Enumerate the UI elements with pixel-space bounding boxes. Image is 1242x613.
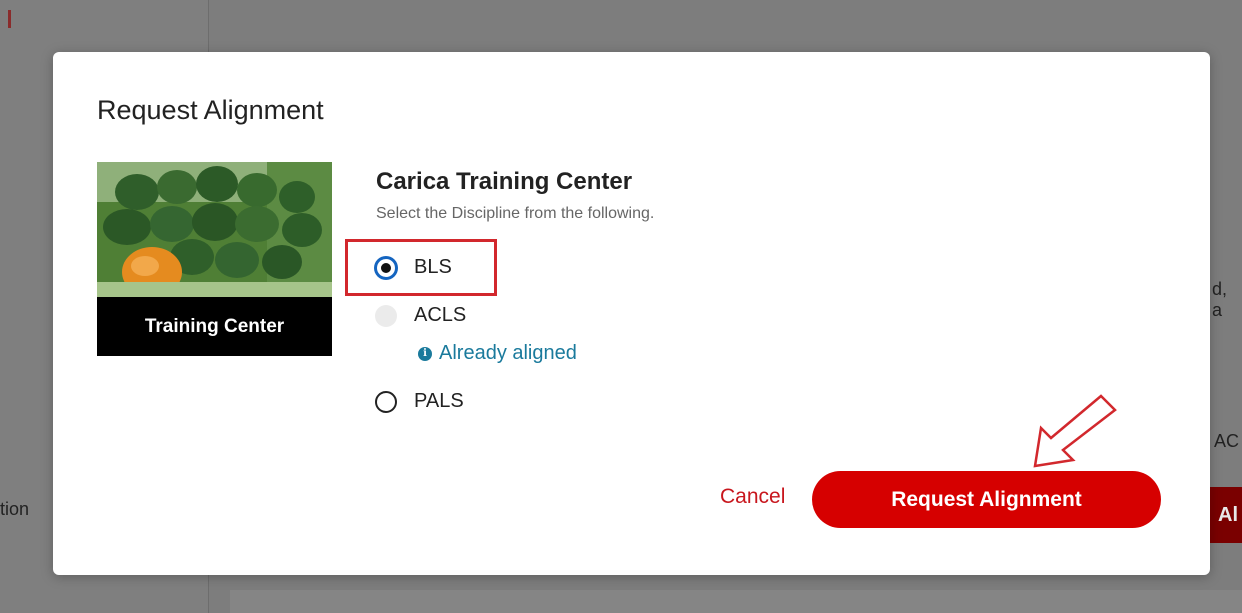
training-center-image xyxy=(97,162,332,297)
training-center-name: Carica Training Center xyxy=(376,168,633,195)
radio-pals[interactable] xyxy=(375,390,397,413)
radio-acls xyxy=(375,304,397,327)
discipline-label-bls: BLS xyxy=(414,256,452,278)
already-aligned-note: i Already aligned xyxy=(418,342,577,365)
modal-title: Request Alignment xyxy=(97,95,324,125)
background-footer-strip xyxy=(230,590,1242,613)
background-text-right-2: AC xyxy=(1214,431,1240,451)
request-alignment-modal: Request Alignment Training Center Carica… xyxy=(53,52,1210,575)
info-icon: i xyxy=(418,346,432,361)
background-text-left: tion xyxy=(0,499,30,519)
background-button: Al xyxy=(1210,487,1242,543)
training-center-card-label: Training Center xyxy=(97,297,332,356)
cancel-button[interactable]: Cancel xyxy=(720,485,785,509)
training-center-card: Training Center xyxy=(97,162,332,356)
already-aligned-text: Already aligned xyxy=(439,342,577,364)
discipline-label-acls: ACLS xyxy=(414,304,467,326)
discipline-instruction: Select the Discipline from the following… xyxy=(376,205,655,222)
discipline-option-pals[interactable]: PALS xyxy=(375,390,464,413)
discipline-label-pals: PALS xyxy=(414,390,464,412)
arrow-annotation-icon xyxy=(1033,394,1117,468)
request-alignment-button[interactable]: Request Alignment xyxy=(812,471,1161,528)
discipline-option-bls[interactable]: BLS xyxy=(375,256,452,279)
background-accent-mark xyxy=(8,10,11,28)
background-text-right-1: d, a xyxy=(1212,279,1228,320)
discipline-option-acls: ACLS xyxy=(375,304,466,327)
radio-bls[interactable] xyxy=(375,256,397,279)
